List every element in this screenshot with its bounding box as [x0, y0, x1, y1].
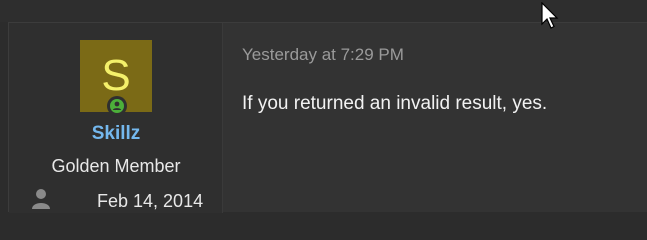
- post-user-info: S Skillz Golden Member Feb 14, 2014: [9, 23, 223, 213]
- mouse-cursor-icon: [540, 1, 560, 35]
- online-status-icon: [107, 96, 127, 116]
- avatar-letter: S: [101, 51, 131, 100]
- post-message: If you returned an invalid result, yes.: [242, 93, 548, 114]
- user-icon: [31, 188, 51, 215]
- username-link[interactable]: Skillz: [9, 123, 223, 145]
- joined-date: Feb 14, 2014: [97, 191, 204, 211]
- forum-post: S Skillz Golden Member Feb 14, 2014 Yest…: [8, 22, 647, 213]
- post-timestamp[interactable]: Yesterday at 7:29 PM: [242, 45, 404, 65]
- user-title: Golden Member: [51, 156, 181, 176]
